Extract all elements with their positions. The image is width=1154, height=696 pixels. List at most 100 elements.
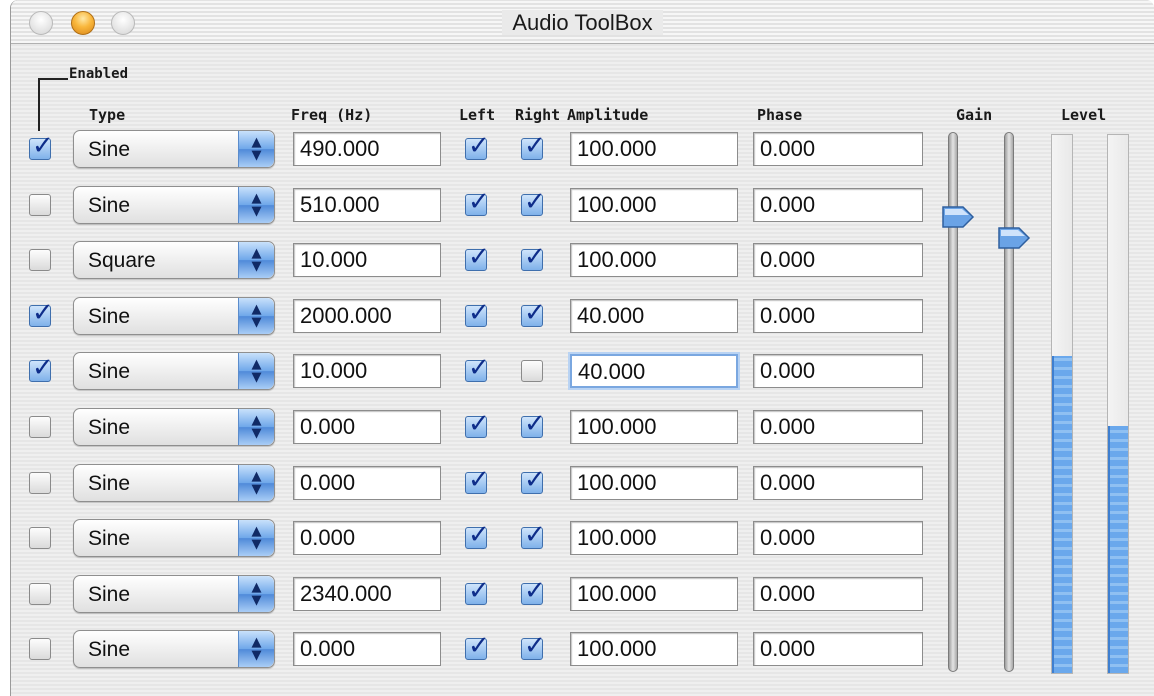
type-popup[interactable]: Sine ▲ ▼ xyxy=(73,352,275,391)
checkmark-icon: ✓ xyxy=(468,409,490,439)
phase-field[interactable]: 0.000 xyxy=(753,354,923,389)
left-channel-checkbox[interactable]: ✓ xyxy=(465,355,490,383)
checkmark-icon: ✓ xyxy=(468,297,490,328)
left-channel-checkbox[interactable]: ✓ xyxy=(465,467,490,494)
phase-field[interactable]: 0.000 xyxy=(753,465,923,500)
left-channel-checkbox[interactable]: ✓ xyxy=(465,300,490,327)
phase-field[interactable]: 0.000 xyxy=(753,576,923,611)
generator-row: ✓ Sine ▲▼ 2340.000 ✓ ✓ 100.000 0.000 xyxy=(11,571,1154,615)
title-bar[interactable]: Audio ToolBox xyxy=(11,0,1154,44)
checkmark-icon: ✓ xyxy=(468,631,490,662)
type-popup[interactable]: Sine ▲ ▼ xyxy=(73,630,275,669)
left-channel-checkbox[interactable]: ✓ xyxy=(465,133,490,160)
freq-field[interactable]: 510.000 xyxy=(293,187,441,222)
phase-field[interactable]: 0.000 xyxy=(753,298,923,333)
enabled-checkbox[interactable]: ✓ xyxy=(29,355,54,383)
enabled-checkbox[interactable]: ✓ xyxy=(29,416,51,438)
amplitude-field[interactable]: 100.000 xyxy=(570,521,738,556)
amplitude-field[interactable]: 100.000 xyxy=(570,132,738,166)
enabled-checkbox[interactable]: ✓ xyxy=(29,249,51,272)
left-channel-checkbox[interactable]: ✓ xyxy=(465,578,490,605)
phase-field[interactable]: 0.000 xyxy=(753,632,923,667)
enabled-checkbox[interactable]: ✓ xyxy=(29,133,54,160)
enabled-checkbox[interactable]: ✓ xyxy=(29,638,51,661)
checkmark-icon: ✓ xyxy=(524,131,546,161)
amplitude-field[interactable]: 100.000 xyxy=(570,410,738,444)
left-channel-checkbox[interactable]: ✓ xyxy=(465,411,490,438)
amplitude-field[interactable]: 100.000 xyxy=(570,465,738,500)
right-channel-checkbox[interactable]: ✓ xyxy=(521,360,543,383)
gain-right-slider[interactable] xyxy=(1004,132,1014,672)
type-popup[interactable]: Sine ▲ ▼ xyxy=(73,519,275,558)
level-meter-left xyxy=(1051,134,1073,674)
left-channel-checkbox[interactable]: ✓ xyxy=(465,189,490,216)
right-channel-checkbox[interactable]: ✓ xyxy=(521,133,546,160)
type-value: Sine xyxy=(88,138,131,161)
type-popup[interactable]: Sine ▲ ▼ xyxy=(73,130,275,168)
freq-field[interactable]: 490.000 xyxy=(293,132,441,166)
freq-field[interactable]: 0.000 xyxy=(293,465,441,500)
left-channel-checkbox[interactable]: ✓ xyxy=(465,244,490,272)
generator-row: ✓ Sine ▲▼ 10.000 ✓ ✓ 40.000 0.000 xyxy=(11,348,1154,392)
freq-field[interactable]: 0.000 xyxy=(293,410,441,444)
gain-left-thumb[interactable] xyxy=(941,204,975,230)
updown-arrows-icon: ▲ ▼ xyxy=(238,297,274,334)
updown-arrows-icon: ▲ ▼ xyxy=(238,520,274,557)
enabled-checkbox[interactable]: ✓ xyxy=(29,582,51,605)
amplitude-field[interactable]: 100.000 xyxy=(570,243,738,278)
enabled-checkbox[interactable]: ✓ xyxy=(29,300,54,327)
type-popup[interactable]: Sine ▲ ▼ xyxy=(73,574,275,613)
phase-field[interactable]: 0.000 xyxy=(753,410,923,444)
right-channel-checkbox[interactable]: ✓ xyxy=(521,189,546,216)
freq-field[interactable]: 10.000 xyxy=(293,354,441,389)
checkmark-icon: ✓ xyxy=(468,520,490,551)
freq-field[interactable]: 2340.000 xyxy=(293,576,441,611)
amplitude-field[interactable]: 40.000 xyxy=(570,354,738,389)
type-value: Square xyxy=(88,249,156,273)
left-channel-checkbox[interactable]: ✓ xyxy=(465,522,490,550)
generator-row: ✓ Sine ▲▼ 0.000 ✓ ✓ 100.000 0.000 xyxy=(11,515,1154,559)
type-popup[interactable]: Sine ▲ ▼ xyxy=(73,296,275,335)
level-meter-left-fill xyxy=(1052,355,1072,673)
right-channel-checkbox[interactable]: ✓ xyxy=(521,244,546,272)
updown-arrows-icon: ▲ ▼ xyxy=(238,242,274,279)
right-channel-checkbox[interactable]: ✓ xyxy=(521,467,546,494)
freq-field[interactable]: 10.000 xyxy=(293,243,441,278)
freq-field[interactable]: 2000.000 xyxy=(293,298,441,333)
amplitude-field[interactable]: 100.000 xyxy=(570,576,738,611)
phase-field[interactable]: 0.000 xyxy=(753,132,923,166)
phase-field[interactable]: 0.000 xyxy=(753,243,923,278)
enabled-checkbox[interactable]: ✓ xyxy=(29,527,51,550)
enabled-bracket-line xyxy=(38,79,40,131)
generator-row: ✓ Sine ▲▼ 0.000 ✓ ✓ 100.000 0.000 xyxy=(11,404,1154,448)
left-channel-checkbox[interactable]: ✓ xyxy=(465,633,490,661)
enabled-bracket xyxy=(38,78,68,80)
type-popup[interactable]: Square ▲ ▼ xyxy=(73,241,275,280)
type-popup[interactable]: Sine ▲ ▼ xyxy=(73,185,275,224)
checkmark-icon: ✓ xyxy=(468,464,490,495)
right-channel-checkbox[interactable]: ✓ xyxy=(521,411,546,438)
checkmark-icon: ✓ xyxy=(468,353,490,384)
type-popup[interactable]: Sine ▲ ▼ xyxy=(73,463,275,502)
right-channel-checkbox[interactable]: ✓ xyxy=(521,300,546,327)
amplitude-field[interactable]: 40.000 xyxy=(570,298,738,333)
freq-field[interactable]: 0.000 xyxy=(293,521,441,556)
type-popup[interactable]: Sine ▲ ▼ xyxy=(73,408,275,446)
checkmark-icon: ✓ xyxy=(468,575,490,606)
generator-row: ✓ Sine ▲▼ 0.000 ✓ ✓ 100.000 0.000 xyxy=(11,460,1154,504)
enabled-checkbox[interactable]: ✓ xyxy=(29,193,51,216)
right-channel-checkbox[interactable]: ✓ xyxy=(521,522,546,550)
type-value: Sine xyxy=(88,471,131,495)
freq-field[interactable]: 0.000 xyxy=(293,632,441,667)
enabled-checkbox[interactable]: ✓ xyxy=(29,471,51,494)
right-channel-checkbox[interactable]: ✓ xyxy=(521,578,546,605)
updown-arrows-icon: ▲ ▼ xyxy=(238,131,274,167)
checkmark-icon: ✓ xyxy=(468,242,490,273)
right-channel-checkbox[interactable]: ✓ xyxy=(521,633,546,661)
phase-field[interactable]: 0.000 xyxy=(753,521,923,556)
gain-right-thumb[interactable] xyxy=(997,225,1031,251)
amplitude-field[interactable]: 100.000 xyxy=(570,187,738,222)
phase-field[interactable]: 0.000 xyxy=(753,187,923,222)
checkmark-icon: ✓ xyxy=(468,131,490,161)
amplitude-field[interactable]: 100.000 xyxy=(570,632,738,667)
